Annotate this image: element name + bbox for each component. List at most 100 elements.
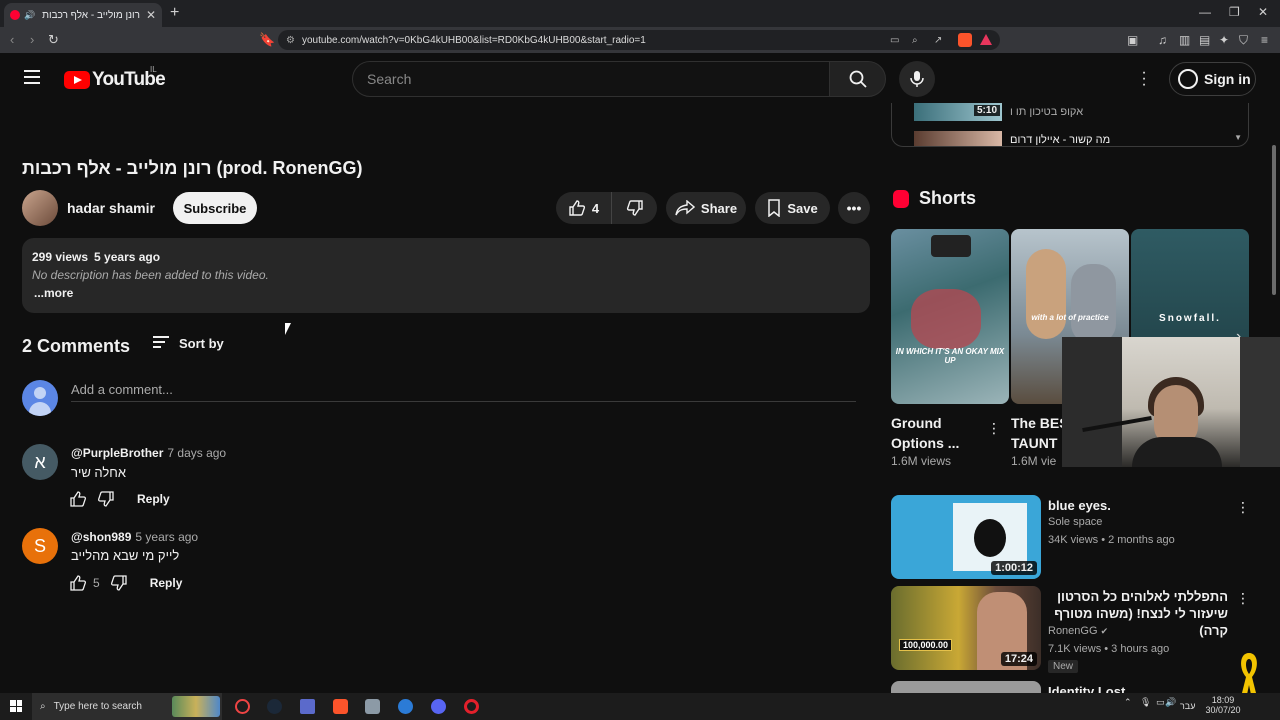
related-video[interactable]: Identity Lost (891, 681, 1249, 693)
page-scrollbar[interactable] (1272, 145, 1276, 295)
share-button[interactable]: Share (666, 192, 746, 224)
tray-chevron-icon[interactable]: ⌃ (1124, 697, 1132, 708)
reply-button[interactable]: Reply (137, 492, 170, 506)
comment-time[interactable]: 5 years ago (135, 530, 198, 544)
restore-icon[interactable]: ❐ (1229, 5, 1240, 19)
app-icon[interactable] (300, 699, 315, 714)
back-icon[interactable]: ‹ (10, 32, 14, 47)
youtube-logo[interactable]: YouTube IL (64, 65, 166, 91)
comment-avatar[interactable]: S (22, 528, 58, 564)
browser-tab[interactable]: 🔊 רונן מולייב - אלף רכבות (GG ✕ (4, 3, 162, 27)
volume-icon[interactable]: 🔊 (1165, 697, 1176, 708)
zoom-icon[interactable]: ⌕ (912, 35, 918, 46)
leo-ai-icon[interactable]: ✦ (1219, 33, 1229, 47)
playlist-item[interactable]: 5:10 אקופ בטיכון תו ו (914, 103, 1083, 121)
settings-menu-icon[interactable]: · · · (1139, 65, 1149, 93)
comment-dislike-icon[interactable] (97, 490, 115, 508)
comment-text: לייק מי שבא מהלייב (71, 548, 180, 563)
obs-icon[interactable] (235, 699, 250, 714)
sign-in-button[interactable]: Sign in (1169, 62, 1256, 96)
playlist-scroll-icon[interactable]: ▼ (1234, 133, 1242, 142)
minimize-icon[interactable]: — (1199, 5, 1211, 19)
discord-icon[interactable] (431, 699, 446, 714)
windows-start-icon[interactable] (10, 700, 22, 712)
comment-username[interactable]: @shon989 (71, 530, 131, 544)
related-video[interactable]: 1:00:12 blue eyes. Sole space 34K views … (891, 495, 1250, 581)
video-title[interactable]: blue eyes. (1048, 497, 1228, 514)
comment-dislike-icon[interactable] (110, 574, 128, 592)
channel-name[interactable]: hadar shamir (67, 200, 155, 216)
comment-avatar[interactable]: א (22, 444, 58, 480)
search-button[interactable] (829, 61, 886, 97)
speaker-icon[interactable]: 🔊 (24, 10, 35, 21)
channel-name-text[interactable]: RonenGG (1048, 625, 1098, 637)
menu-icon[interactable]: ≡ (1261, 33, 1268, 47)
channel-avatar[interactable] (22, 190, 58, 226)
video-menu-icon[interactable]: ⋮ (1236, 590, 1250, 607)
playlist-item-title: אקופ בטיכון תו ו (1010, 106, 1084, 118)
share-page-icon[interactable]: ↗ (934, 35, 942, 46)
sort-by-button[interactable]: Sort by (153, 336, 224, 351)
video-thumbnail[interactable]: 1:00:12 (891, 495, 1041, 579)
comment-username[interactable]: @PurpleBrother (71, 446, 163, 460)
comment-author[interactable]: @PurpleBrother 7 days ago (71, 446, 226, 460)
playlist-item-title: מה קשור - איילון דרום (1010, 134, 1111, 146)
channel-name[interactable]: RonenGG ✔ (1048, 625, 1108, 637)
more-actions-button[interactable]: ••• (838, 192, 870, 224)
subscribe-button[interactable]: Subscribe (173, 192, 257, 224)
clock[interactable]: 18:09 30/07/20 (1203, 695, 1243, 715)
video-menu-icon[interactable]: ⋮ (1236, 499, 1250, 516)
video-thumbnail[interactable] (891, 681, 1041, 693)
comment-like-icon[interactable] (69, 490, 87, 508)
search-input[interactable]: Search (352, 61, 830, 97)
language-indicator[interactable]: עבר (1180, 701, 1195, 711)
add-comment-input[interactable]: Add a comment... (71, 380, 856, 402)
voice-search-button[interactable] (899, 61, 935, 97)
more-link[interactable]: ...more (32, 286, 860, 300)
vpn-icon[interactable]: ⛉ (1239, 33, 1248, 48)
cast-icon[interactable]: ▭ (890, 35, 899, 46)
like-button[interactable]: 4 (556, 192, 612, 224)
steam-icon[interactable] (267, 699, 282, 714)
short-menu-icon[interactable]: ⋮ (987, 420, 1001, 437)
video-thumbnail[interactable]: 100,000.00 17:24 (891, 586, 1041, 670)
short-thumbnail[interactable]: IN WHICH IT'S AN OKAY MIX UP (891, 229, 1009, 404)
close-window-icon[interactable]: ✕ (1258, 5, 1268, 19)
reader-icon[interactable]: ▥ (1179, 33, 1190, 47)
brave-rewards-icon[interactable] (980, 34, 992, 48)
new-tab-icon[interactable]: + (170, 4, 179, 22)
bookmark-icon[interactable]: 🔖 (259, 32, 275, 48)
save-icon (768, 199, 781, 217)
opera-icon[interactable] (464, 699, 479, 714)
related-video[interactable]: 100,000.00 17:24 התפללתי לאלוהים כל הסרט… (891, 586, 1250, 673)
ccleaner-icon[interactable] (398, 699, 413, 714)
site-info-icon[interactable]: ⚙ (286, 35, 302, 46)
guide-menu-icon[interactable] (24, 70, 40, 88)
music-icon[interactable]: ♫ (1158, 33, 1167, 47)
channel-name[interactable]: Sole space (1048, 516, 1102, 528)
close-tab-icon[interactable]: ✕ (146, 8, 156, 22)
wallet-icon[interactable]: ▤ (1199, 33, 1210, 47)
save-button[interactable]: Save (755, 192, 830, 224)
video-title[interactable]: Identity Lost (1048, 683, 1228, 693)
reload-icon[interactable]: ↻ (48, 32, 59, 48)
forward-icon[interactable]: › (30, 32, 34, 47)
mic-tray-icon[interactable]: 🎙 (1140, 697, 1151, 708)
sign-in-label: Sign in (1204, 71, 1251, 87)
comment-author[interactable]: @shon989 5 years ago (71, 530, 198, 544)
reply-button[interactable]: Reply (150, 576, 183, 590)
address-bar[interactable]: ⚙ youtube.com/watch?v=0KbG4kUHB00&list=R… (278, 30, 1000, 50)
comment-time[interactable]: 7 days ago (167, 446, 226, 460)
sidebar-icon[interactable]: ▣ (1127, 33, 1138, 47)
taskbar-search[interactable]: ⌕ Type here to search (32, 693, 222, 720)
comment-like-icon[interactable] (69, 574, 87, 592)
brave-icon[interactable] (333, 699, 348, 714)
brave-shields-icon[interactable] (958, 33, 972, 50)
network-icon[interactable]: ▭ (1156, 697, 1165, 708)
dislike-button[interactable] (612, 199, 657, 217)
short-title[interactable]: Ground Options ... (891, 413, 981, 453)
description-box[interactable]: 299 views 5 years ago No description has … (22, 238, 870, 313)
playlist-item[interactable]: מה קשור - איילון דרום (914, 131, 1111, 146)
shield-app-icon[interactable] (365, 699, 380, 714)
short-views: 1.6M vie (1011, 454, 1057, 468)
